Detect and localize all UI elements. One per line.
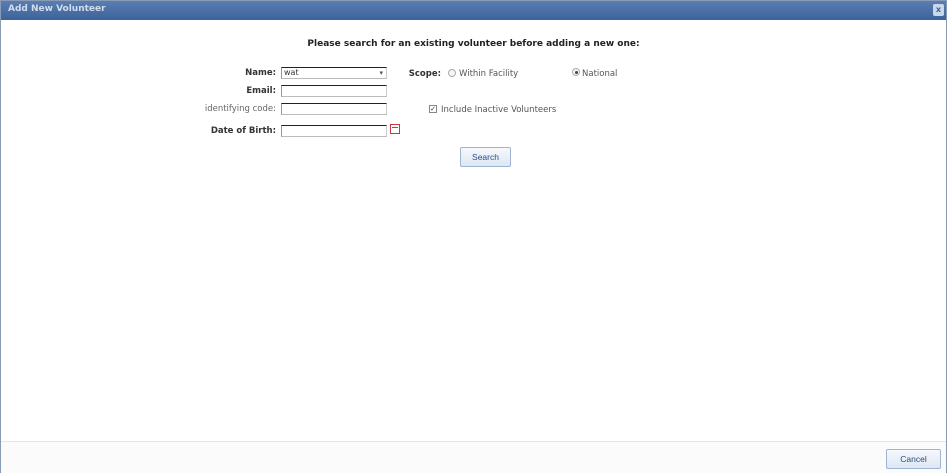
chevron-down-icon[interactable]: ▾ (379, 68, 383, 78)
search-heading: Please search for an existing volunteer … (307, 39, 640, 49)
date-of-birth-field[interactable] (281, 125, 387, 137)
identifying-code-field[interactable] (281, 103, 387, 115)
scope-national-radio[interactable] (572, 68, 580, 76)
cancel-button[interactable]: Cancel (886, 449, 941, 469)
search-button[interactable]: Search (460, 147, 511, 167)
date-of-birth-label: Date of Birth: (210, 126, 276, 136)
email-label: Email: (246, 86, 276, 96)
include-inactive-label: Include Inactive Volunteers (441, 105, 557, 115)
name-label: Name: (245, 68, 276, 78)
identifying-code-label: identifying code: (204, 104, 276, 114)
scope-within-facility-radio[interactable] (448, 69, 456, 77)
email-field[interactable] (281, 85, 387, 97)
scope-national-label: National (582, 69, 618, 79)
dialog-title: Add New Volunteer (8, 4, 106, 14)
scope-label: Scope: (408, 69, 441, 79)
dialog-titlebar: Add New Volunteer x (1, 1, 946, 20)
name-value: wat (284, 68, 299, 77)
calendar-icon[interactable] (390, 124, 400, 134)
add-volunteer-dialog: Add New Volunteer x Please search for an… (0, 0, 947, 473)
name-combobox[interactable]: wat ▾ (281, 67, 387, 79)
dialog-footer: Cancel (1, 441, 946, 473)
include-inactive-checkbox[interactable]: ✓ (429, 105, 437, 113)
close-icon[interactable]: x (933, 4, 944, 16)
scope-within-facility-label: Within Facility (459, 69, 519, 79)
